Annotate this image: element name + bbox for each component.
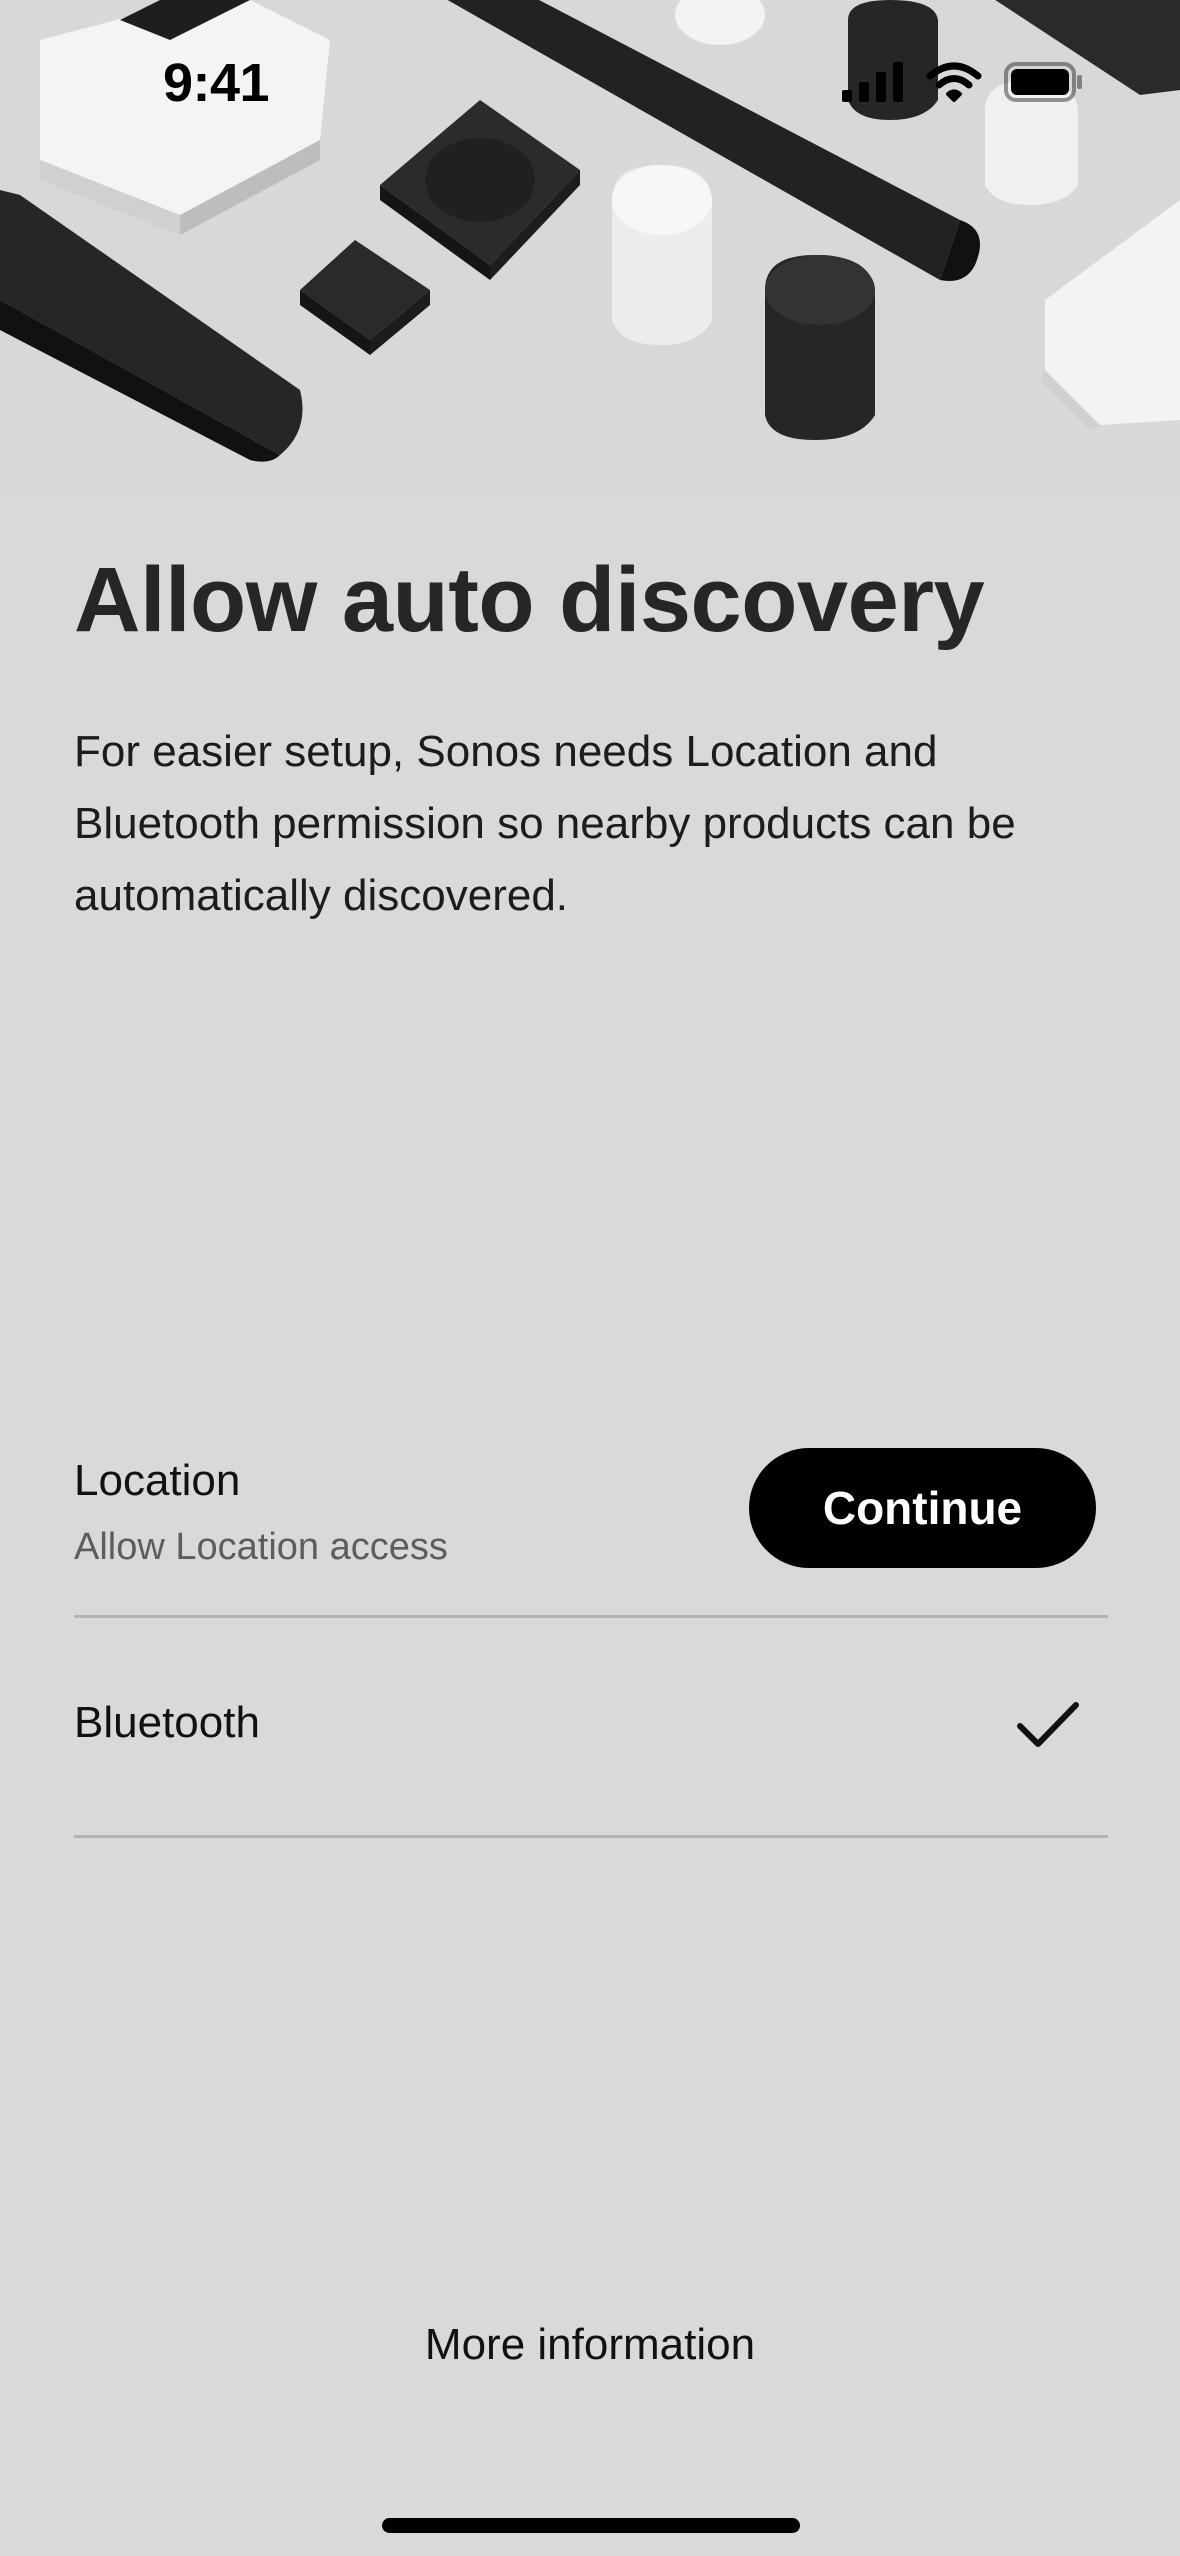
more-information-link[interactable]: More information bbox=[0, 2320, 1180, 2370]
continue-button[interactable]: Continue bbox=[749, 1448, 1096, 1568]
checkmark-icon bbox=[1017, 1702, 1079, 1747]
status-time: 9:41 bbox=[163, 53, 270, 113]
wifi-icon bbox=[926, 62, 982, 102]
status-bar: 9:41 bbox=[0, 0, 1180, 170]
status-icons bbox=[842, 62, 1084, 102]
permission-row-location: Location Allow Location access Continue bbox=[74, 1430, 1108, 1618]
location-title: Location bbox=[74, 1456, 241, 1505]
home-indicator[interactable] bbox=[382, 2518, 800, 2533]
page-description: For easier setup, Sonos needs Location a… bbox=[74, 727, 1016, 920]
page-title: Allow auto discovery bbox=[74, 549, 985, 651]
battery-icon bbox=[1004, 62, 1082, 102]
white-roam-speaker bbox=[612, 165, 712, 345]
permission-row-bluetooth: Bluetooth bbox=[74, 1618, 1108, 1838]
bluetooth-title: Bluetooth bbox=[74, 1698, 260, 1747]
black-move-speaker bbox=[765, 255, 875, 440]
cellular-signal-icon bbox=[842, 62, 903, 102]
location-subtitle: Allow Location access bbox=[74, 1526, 448, 1568]
